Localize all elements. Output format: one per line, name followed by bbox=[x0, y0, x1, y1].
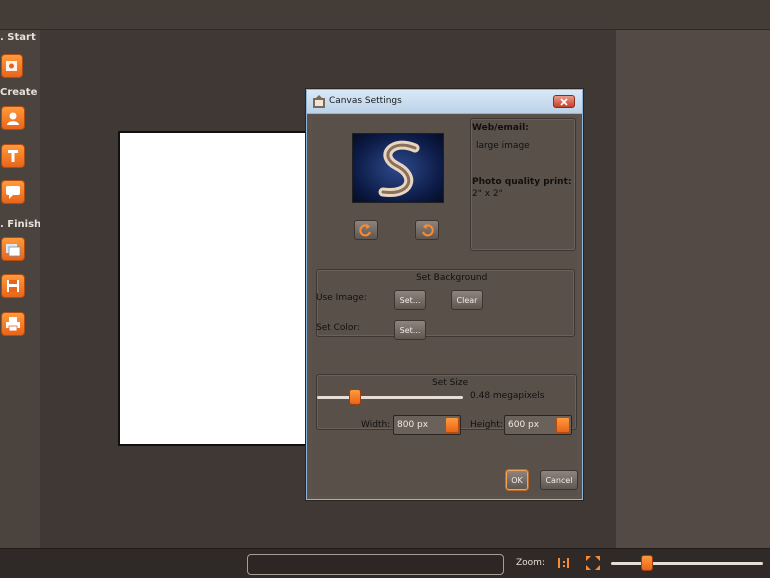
canvas-settings-button[interactable] bbox=[1, 237, 25, 261]
width-spin-buttons[interactable] bbox=[445, 417, 459, 433]
add-photo-button[interactable] bbox=[1, 106, 25, 130]
use-image-label: Use Image: bbox=[316, 293, 367, 303]
save-button[interactable] bbox=[1, 274, 25, 298]
print-button[interactable] bbox=[1, 312, 25, 336]
left-toolbar: . Start Create . Finish bbox=[0, 30, 42, 548]
height-spin-buttons[interactable] bbox=[556, 417, 570, 433]
floppy-icon bbox=[7, 280, 19, 292]
zoom-slider-track[interactable] bbox=[611, 562, 763, 565]
canvas-icon bbox=[6, 244, 21, 257]
cancel-button[interactable]: Cancel bbox=[540, 470, 578, 490]
actual-size-icon[interactable] bbox=[556, 555, 572, 571]
preview-image bbox=[352, 133, 444, 203]
dialog-title: Canvas Settings bbox=[329, 96, 402, 106]
close-button[interactable] bbox=[553, 95, 575, 108]
section-label-start: . Start bbox=[0, 32, 36, 43]
background-group-title: Set Background bbox=[416, 273, 488, 283]
canvas-settings-dialog: Canvas Settings Web/email: large image P… bbox=[306, 89, 583, 500]
web-email-value: large image bbox=[476, 141, 530, 151]
width-value: 800 px bbox=[397, 420, 429, 430]
zoom-slider-thumb[interactable] bbox=[641, 555, 654, 571]
dialog-body: Web/email: large image Photo quality pri… bbox=[312, 115, 578, 496]
add-text-button[interactable] bbox=[1, 144, 25, 168]
speech-bubble-icon bbox=[6, 186, 20, 199]
megapixels-readout: 0.48 megapixels bbox=[470, 391, 545, 401]
preview-artwork bbox=[378, 140, 420, 197]
crop-tool-button[interactable] bbox=[1, 54, 23, 78]
rotate-left-icon bbox=[359, 224, 371, 237]
fit-to-window-icon[interactable] bbox=[585, 555, 601, 571]
size-group-title: Set Size bbox=[432, 378, 469, 388]
width-stepper[interactable]: 800 px bbox=[393, 415, 461, 435]
web-email-heading: Web/email: bbox=[472, 123, 529, 133]
rotate-left-button[interactable] bbox=[354, 220, 378, 240]
width-label: Width: bbox=[361, 420, 391, 430]
photo-print-heading: Photo quality print: bbox=[472, 177, 572, 187]
crop-icon bbox=[6, 61, 17, 71]
rotate-right-icon bbox=[422, 224, 434, 237]
height-label: Height: bbox=[470, 420, 503, 430]
clear-image-button[interactable]: Clear bbox=[451, 290, 483, 310]
bottom-bar: Zoom: bbox=[0, 548, 770, 578]
right-panel bbox=[616, 30, 770, 548]
person-icon bbox=[7, 112, 19, 125]
top-bar bbox=[0, 0, 770, 30]
photo-print-value: 2" x 2" bbox=[472, 189, 503, 199]
megapixel-slider-track[interactable] bbox=[317, 396, 463, 399]
height-stepper[interactable]: 600 px bbox=[504, 415, 572, 435]
status-field bbox=[247, 554, 504, 575]
height-value: 600 px bbox=[508, 420, 540, 430]
printer-icon bbox=[6, 317, 20, 332]
dialog-titlebar[interactable]: Canvas Settings bbox=[307, 90, 582, 114]
section-label-create: Create bbox=[0, 87, 38, 98]
zoom-label: Zoom: bbox=[516, 558, 545, 568]
section-label-finish: . Finish bbox=[0, 219, 42, 230]
canvas-paper[interactable] bbox=[118, 131, 310, 446]
rotate-right-button[interactable] bbox=[415, 220, 439, 240]
app-icon bbox=[313, 95, 325, 108]
close-icon bbox=[560, 97, 568, 106]
set-image-button[interactable]: Set... bbox=[394, 290, 426, 310]
add-caption-button[interactable] bbox=[1, 180, 25, 204]
set-color-button[interactable]: Set... bbox=[394, 320, 426, 340]
text-icon bbox=[8, 150, 18, 162]
set-color-label: Set Color: bbox=[316, 323, 361, 333]
ok-button[interactable]: OK bbox=[506, 470, 528, 490]
megapixel-slider-thumb[interactable] bbox=[348, 389, 361, 405]
